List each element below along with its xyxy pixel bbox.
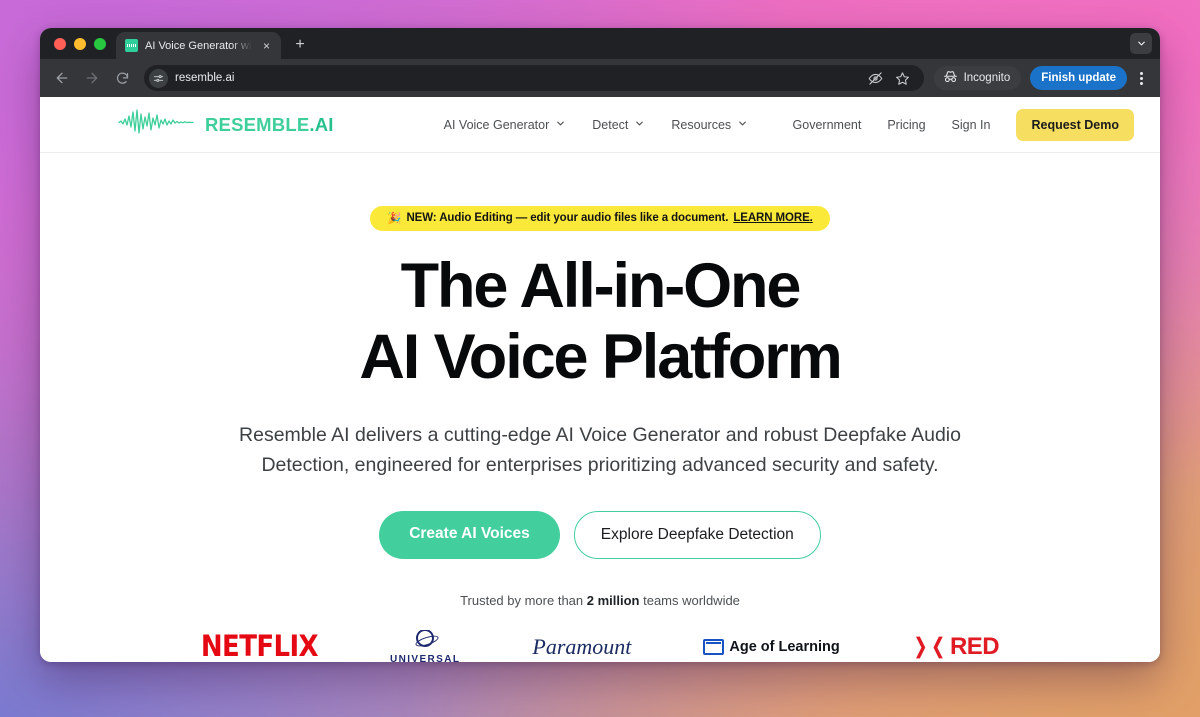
logo-netflix: NETFLIX <box>200 629 319 662</box>
finish-update-button[interactable]: Finish update <box>1030 66 1127 90</box>
brand-name: RESEMBLE.AI <box>205 113 334 135</box>
chevron-down-icon <box>555 118 566 132</box>
red-wordmark: RED <box>949 632 1000 660</box>
nav-item-detect[interactable]: Detect <box>592 118 645 132</box>
page-viewport: RESEMBLE.AI AI Voice Generator Detect Re… <box>40 97 1160 662</box>
hero-subtitle: Resemble AI delivers a cutting-edge AI V… <box>239 424 961 476</box>
announcement-banner[interactable]: 🎉 NEW: Audio Editing — edit your audio f… <box>370 206 830 231</box>
announcement-text: NEW: Audio Editing — edit your audio fil… <box>406 212 729 224</box>
logo-universal: UNIVERSAL <box>389 629 461 662</box>
close-tab-icon[interactable]: × <box>259 38 274 53</box>
chevron-down-icon <box>634 118 645 132</box>
hero-title-line-1: The All-in-One <box>400 251 802 321</box>
nav-label: Resources <box>671 117 732 132</box>
site-header: RESEMBLE.AI AI Voice Generator Detect Re… <box>40 97 1160 153</box>
page-title: The All-in-One AI Voice Platform <box>40 251 1160 393</box>
logo-age-of-learning: Age of Learning <box>703 638 840 655</box>
explore-deepfake-detection-button[interactable]: Explore Deepfake Detection <box>573 510 821 559</box>
maximize-window-button[interactable] <box>94 37 106 50</box>
address-bar-url: resemble.ai <box>175 72 235 84</box>
incognito-indicator[interactable]: Incognito <box>933 66 1022 90</box>
main-navigation: AI Voice Generator Detect Resources <box>444 118 749 132</box>
incognito-hat-icon <box>943 70 958 86</box>
browser-toolbar: resemble.ai Incognito Finish update <box>40 59 1160 97</box>
tab-search-chevron-down-icon[interactable] <box>1130 33 1152 54</box>
hero-title-line-2: AI Voice Platform <box>359 322 842 393</box>
hero-section: 🎉 NEW: Audio Editing — edit your audio f… <box>40 153 1160 662</box>
site-settings-tune-icon[interactable] <box>149 68 168 88</box>
create-ai-voices-button[interactable]: Create AI Voices <box>379 510 560 559</box>
nav-item-sign-in[interactable]: Sign In <box>952 118 991 132</box>
browser-tab[interactable]: AI Voice Generator with Text t × <box>116 32 281 59</box>
window-controls <box>40 28 116 59</box>
new-tab-button[interactable]: + <box>287 32 313 58</box>
trusted-prefix: Trusted by more than <box>460 592 587 608</box>
browser-menu-kebab-icon[interactable] <box>1130 64 1152 92</box>
logo-red: ❭❬ RED <box>911 632 1000 661</box>
logo-paramount: Paramount <box>532 634 631 660</box>
request-demo-button[interactable]: Request Demo <box>1016 108 1134 141</box>
nav-item-ai-voice-generator[interactable]: AI Voice Generator <box>444 118 567 132</box>
close-window-button[interactable] <box>54 37 66 50</box>
address-bar[interactable]: resemble.ai <box>144 65 924 91</box>
universal-wordmark: UNIVERSAL <box>389 653 461 662</box>
back-button[interactable] <box>48 64 76 92</box>
audio-waveform-icon <box>118 108 194 141</box>
browser-window: AI Voice Generator with Text t × + <box>40 28 1160 662</box>
tab-favicon-icon <box>125 39 138 52</box>
nav-item-resources[interactable]: Resources <box>671 118 748 132</box>
chevron-down-icon <box>737 118 748 132</box>
incognito-label: Incognito <box>963 72 1011 84</box>
nav-item-government[interactable]: Government <box>793 118 862 132</box>
brand-logo[interactable]: RESEMBLE.AI <box>118 108 334 141</box>
age-of-learning-mark-icon <box>703 638 725 655</box>
reload-button[interactable] <box>108 64 136 92</box>
paramount-wordmark: Paramount <box>532 633 632 659</box>
hero-cta-row: Create AI Voices Explore Deepfake Detect… <box>40 510 1160 559</box>
red-swoosh-icon: ❭❬ <box>911 635 947 659</box>
trusted-by-text: Trusted by more than 2 million teams wor… <box>40 593 1160 608</box>
trusted-suffix: teams worldwide <box>639 592 740 608</box>
universal-globe-icon <box>416 629 435 647</box>
nav-label: Detect <box>592 117 629 132</box>
secondary-navigation: Government Pricing Sign In Request Demo <box>793 108 1134 141</box>
age-of-learning-wordmark: Age of Learning <box>729 638 840 655</box>
party-popper-icon: 🎉 <box>387 213 402 225</box>
minimize-window-button[interactable] <box>74 37 86 50</box>
learn-more-link[interactable]: LEARN MORE. <box>733 212 813 224</box>
netflix-wordmark: NETFLIX <box>200 629 319 662</box>
bookmark-star-icon[interactable] <box>895 71 910 86</box>
trusted-highlight: 2 million <box>586 592 640 608</box>
customer-logo-row: NETFLIX UNIVERSAL Paramount Age of Learn… <box>40 629 1160 662</box>
tracking-protection-eye-slash-icon[interactable] <box>868 71 883 86</box>
tab-title: AI Voice Generator with Text t <box>145 39 252 52</box>
nav-item-pricing[interactable]: Pricing <box>887 118 925 132</box>
forward-button[interactable] <box>78 64 106 92</box>
browser-tab-strip: AI Voice Generator with Text t × + <box>40 28 1160 59</box>
nav-label: AI Voice Generator <box>443 117 550 132</box>
